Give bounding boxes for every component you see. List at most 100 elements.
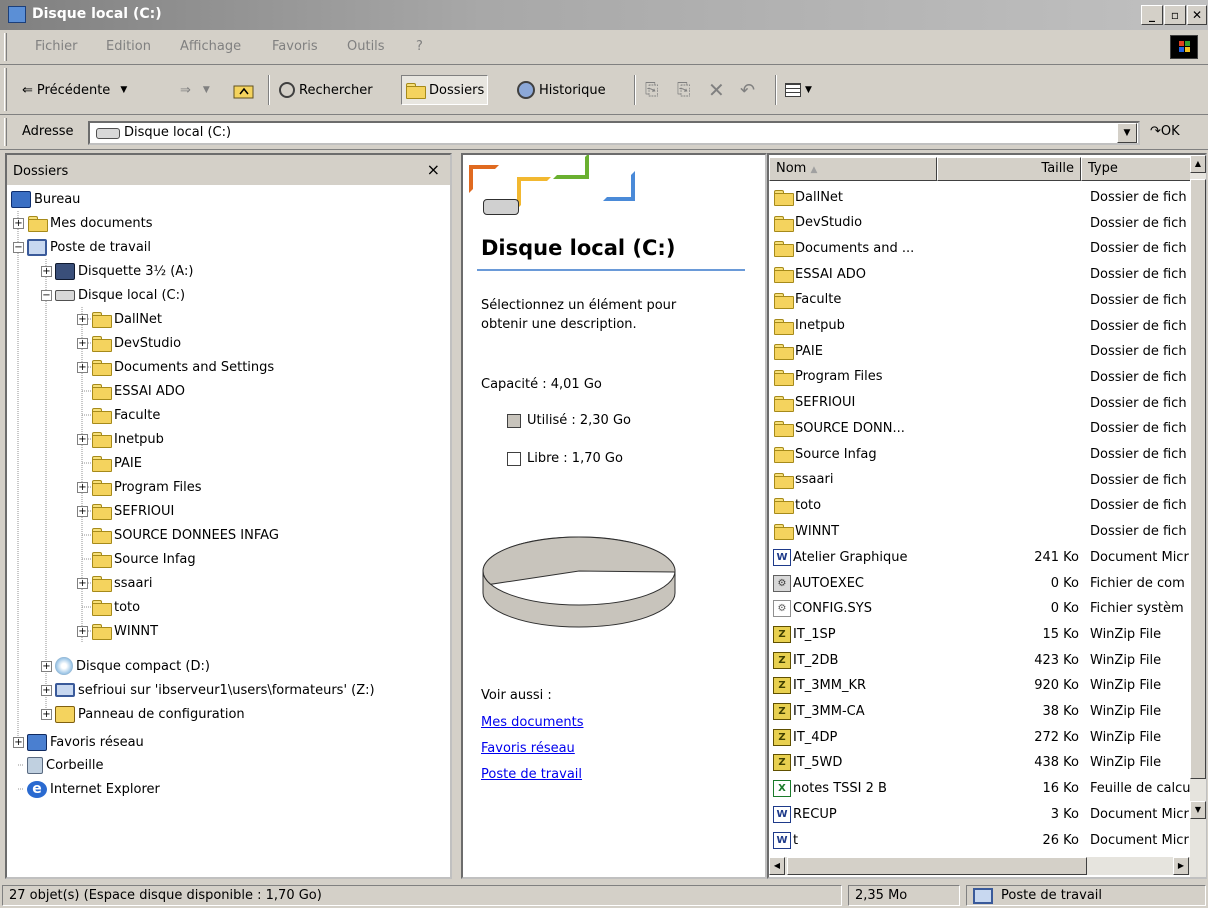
views-button[interactable]: ▼ bbox=[785, 75, 812, 105]
file-row[interactable]: Xnotes TSSI 2 B 16 Ko Feuille de calcu bbox=[769, 776, 1205, 802]
file-row[interactable]: W Atelier Graphique 241 Ko Document Micr bbox=[769, 545, 1205, 571]
menu-affichage[interactable]: Affichage bbox=[180, 39, 241, 54]
expand-icon[interactable]: + bbox=[41, 708, 52, 720]
file-row[interactable]: ⚙ CONFIG.SYS 0 Ko Fichier systèm bbox=[769, 596, 1205, 622]
expand-icon[interactable]: + bbox=[41, 660, 52, 672]
toolbar-grip[interactable] bbox=[4, 68, 7, 111]
tree-item-network-drive-z[interactable]: + sefrioui sur 'ibserveur1\users\formate… bbox=[41, 678, 375, 702]
expand-icon[interactable]: + bbox=[77, 361, 88, 373]
file-row[interactable]: W RECUP 3 Ko Document Micr bbox=[769, 802, 1205, 828]
link-poste-de-travail[interactable]: Poste de travail bbox=[481, 765, 582, 784]
minimize-button[interactable]: _ bbox=[1141, 5, 1163, 25]
column-header-type[interactable]: Type bbox=[1081, 157, 1205, 181]
tree-item-devstudio[interactable]: + DevStudio bbox=[77, 331, 181, 355]
expand-icon[interactable]: + bbox=[77, 433, 88, 445]
expand-icon[interactable]: + bbox=[13, 217, 24, 229]
maximize-button[interactable]: ▫ bbox=[1164, 5, 1186, 25]
link-mes-documents[interactable]: Mes documents bbox=[481, 713, 583, 732]
tree-item-disquette[interactable]: + Disquette 3½ (A:) bbox=[41, 259, 193, 283]
file-row[interactable]: Z IT_2DB 423 Ko WinZip File bbox=[769, 648, 1205, 674]
file-row[interactable]: ESSAI ADO Dossier de fich bbox=[769, 262, 1205, 288]
file-row[interactable]: Faculte Dossier de fich bbox=[769, 288, 1205, 314]
expand-icon[interactable]: + bbox=[77, 577, 88, 589]
close-button[interactable]: ✕ bbox=[1187, 5, 1207, 25]
address-dropdown-button[interactable]: ▼ bbox=[1117, 123, 1137, 143]
file-row[interactable]: Wt 26 Ko Document Micr bbox=[769, 828, 1205, 854]
search-button[interactable]: Rechercher bbox=[279, 75, 373, 105]
collapse-icon[interactable]: − bbox=[41, 289, 52, 301]
column-header-taille[interactable]: Taille bbox=[937, 157, 1081, 181]
tree-item-toto[interactable]: toto bbox=[91, 595, 140, 619]
expand-icon[interactable]: + bbox=[41, 684, 52, 696]
expand-icon[interactable]: + bbox=[77, 337, 88, 349]
file-row[interactable]: DallNet Dossier de fich bbox=[769, 185, 1205, 211]
scroll-left-button[interactable]: ◀ bbox=[769, 857, 785, 875]
file-row[interactable]: Source Infag Dossier de fich bbox=[769, 442, 1205, 468]
tree-item-panneau-de-configuration[interactable]: + Panneau de configuration bbox=[41, 702, 245, 726]
expand-icon[interactable]: + bbox=[77, 505, 88, 517]
history-button[interactable]: Historique bbox=[517, 75, 606, 105]
collapse-icon[interactable]: − bbox=[13, 241, 24, 253]
link-favoris-reseau[interactable]: Favoris réseau bbox=[481, 739, 575, 758]
expand-icon[interactable]: + bbox=[77, 481, 88, 493]
menu-favoris[interactable]: Favoris bbox=[272, 39, 318, 54]
file-row[interactable]: DevStudio Dossier de fich bbox=[769, 211, 1205, 237]
address-grip[interactable] bbox=[4, 118, 7, 146]
file-row[interactable]: SOURCE DONN... Dossier de fich bbox=[769, 416, 1205, 442]
expand-icon[interactable]: + bbox=[41, 265, 52, 277]
file-row[interactable]: Z IT_3MM-CA 38 Ko WinZip File bbox=[769, 699, 1205, 725]
move-to-button[interactable]: ⎘ bbox=[645, 75, 659, 105]
file-row[interactable]: ⚙ AUTOEXEC 0 Ko Fichier de com bbox=[769, 571, 1205, 597]
file-row[interactable]: Z IT_4DP 272 Ko WinZip File bbox=[769, 725, 1205, 751]
tree-item-poste-de-travail[interactable]: − Poste de travail bbox=[13, 235, 151, 259]
tree-item-source-infag[interactable]: Source Infag bbox=[91, 547, 196, 571]
tree-item-faculte[interactable]: Faculte bbox=[91, 403, 160, 427]
scroll-right-button[interactable]: ▶ bbox=[1173, 857, 1189, 875]
file-row[interactable]: Z IT_3MM_KR 920 Ko WinZip File bbox=[769, 673, 1205, 699]
tree-item-documents-and-settings[interactable]: + Documents and Settings bbox=[77, 355, 274, 379]
tree-item-disque-local-c[interactable]: − Disque local (C:) bbox=[41, 283, 185, 307]
tree-item-bureau[interactable]: Bureau bbox=[11, 187, 80, 211]
up-folder-button[interactable] bbox=[233, 75, 255, 105]
tree-item-disque-compact[interactable]: + Disque compact (D:) bbox=[41, 654, 210, 678]
forward-dropdown-icon[interactable]: ▼ bbox=[203, 85, 210, 95]
menu-outils[interactable]: Outils bbox=[347, 39, 385, 54]
go-button[interactable]: ↷OK bbox=[1150, 124, 1180, 139]
explorer-window-icon[interactable] bbox=[8, 6, 26, 23]
scroll-down-button[interactable]: ▼ bbox=[1190, 801, 1206, 819]
tree-item-inetpub[interactable]: + Inetpub bbox=[77, 427, 164, 451]
file-row[interactable]: Z IT_5WD 438 Ko WinZip File bbox=[769, 750, 1205, 776]
scroll-up-button[interactable]: ▲ bbox=[1190, 155, 1206, 173]
tree-item-sefrioui[interactable]: + SEFRIOUI bbox=[77, 499, 174, 523]
file-row[interactable]: PAIE Dossier de fich bbox=[769, 339, 1205, 365]
scroll-thumb[interactable] bbox=[1190, 179, 1206, 779]
file-row[interactable]: toto Dossier de fich bbox=[769, 493, 1205, 519]
expand-icon[interactable]: + bbox=[13, 736, 24, 748]
close-pane-button[interactable]: × bbox=[427, 160, 440, 179]
file-row[interactable]: SEFRIOUI Dossier de fich bbox=[769, 391, 1205, 417]
file-row[interactable]: Inetpub Dossier de fich bbox=[769, 314, 1205, 340]
menu-grip[interactable] bbox=[4, 33, 7, 61]
tree-item-internet-explorer[interactable]: e Internet Explorer bbox=[27, 777, 160, 801]
file-row[interactable]: Documents and ... Dossier de fich bbox=[769, 236, 1205, 262]
tree-item-winnt[interactable]: + WINNT bbox=[77, 619, 158, 643]
copy-to-button[interactable]: ⎘ bbox=[677, 75, 691, 105]
tree-item-dallnet[interactable]: + DallNet bbox=[77, 307, 162, 331]
menu-fichier[interactable]: Fichier bbox=[35, 39, 78, 54]
forward-button[interactable]: ⇒ ▼ bbox=[180, 75, 210, 105]
expand-icon[interactable]: + bbox=[77, 625, 88, 637]
folders-button[interactable]: Dossiers bbox=[401, 75, 489, 105]
h-scroll-thumb[interactable] bbox=[787, 857, 1087, 875]
tree-item-mes-documents[interactable]: + Mes documents bbox=[13, 211, 152, 235]
tree-item-source-donnees-infag[interactable]: SOURCE DONNEES INFAG bbox=[91, 523, 279, 547]
menu-help[interactable]: ? bbox=[416, 39, 423, 54]
delete-button[interactable]: ✕ bbox=[708, 75, 725, 105]
horizontal-scrollbar[interactable]: ◀ ▶ bbox=[769, 857, 1190, 875]
file-row[interactable]: Z IT_1SP 15 Ko WinZip File bbox=[769, 622, 1205, 648]
address-input[interactable]: Disque local (C:) bbox=[88, 121, 1140, 145]
file-row[interactable]: Program Files Dossier de fich bbox=[769, 365, 1205, 391]
tree-item-favoris-reseau[interactable]: + Favoris réseau bbox=[13, 730, 144, 754]
tree-item-corbeille[interactable]: Corbeille bbox=[27, 753, 103, 777]
tree-item-paie[interactable]: PAIE bbox=[91, 451, 142, 475]
file-row[interactable]: ssaari Dossier de fich bbox=[769, 468, 1205, 494]
